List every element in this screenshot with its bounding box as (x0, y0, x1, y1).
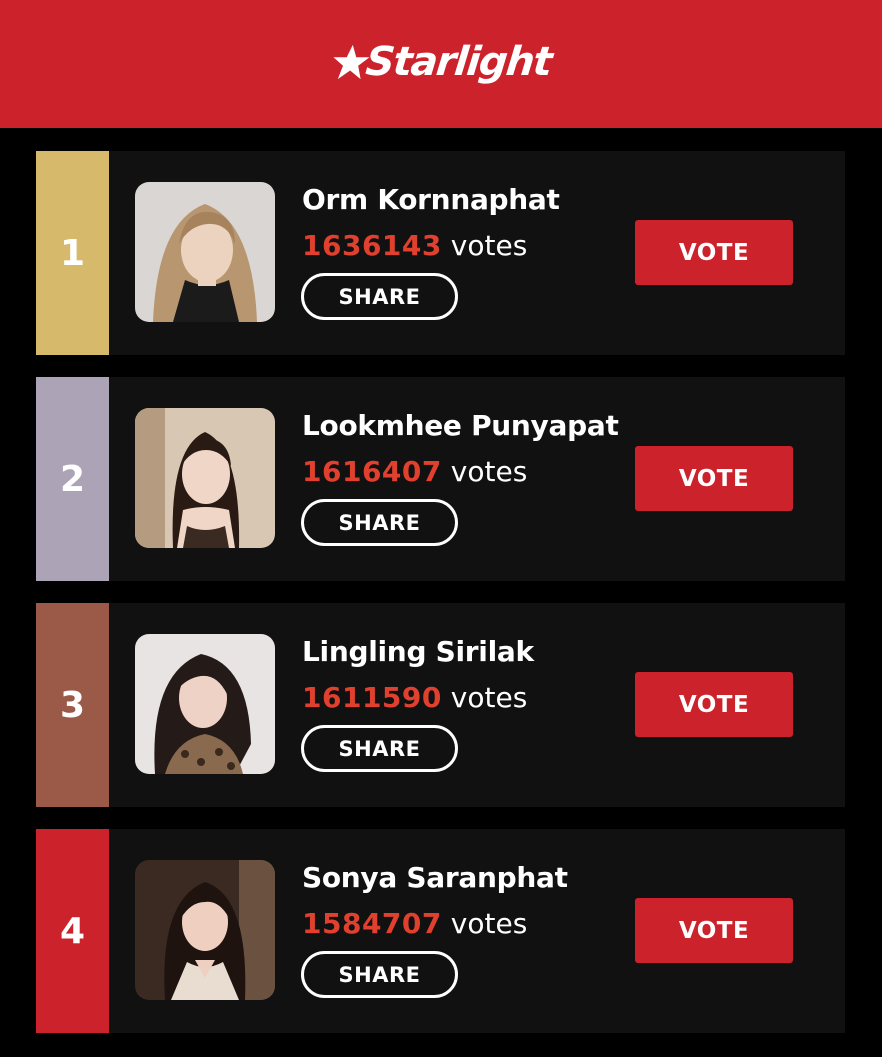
vote-tally: 1611590 votes (302, 681, 527, 714)
leaderboard-card: 4 Sonya Saranphat 1584707 votes SHARE VO… (36, 829, 845, 1033)
vote-count: 1584707 (302, 907, 442, 940)
contestant-name: Lingling Sirilak (302, 635, 534, 668)
leaderboard-card: 1 Orm Kornnaphat 1636143 votes SHARE VOT… (36, 151, 845, 355)
vote-button[interactable]: VOTE (635, 220, 793, 285)
contestant-name: Orm Kornnaphat (302, 183, 560, 216)
starlight-logo[interactable]: Starlight (329, 39, 553, 85)
vote-tally: 1584707 votes (302, 907, 527, 940)
leaderboard-card: 2 Lookmhee Punyapat 1616407 votes SHARE … (36, 377, 845, 581)
rank-badge: 2 (36, 377, 109, 581)
vote-tally: 1616407 votes (302, 455, 527, 488)
logo-text: Starlight (363, 39, 553, 85)
share-button[interactable]: SHARE (301, 499, 458, 546)
leaderboard-card: 3 Lingling Sirilak 1611590 votes SHARE V… (36, 603, 845, 807)
contestant-name: Lookmhee Punyapat (302, 409, 619, 442)
vote-button[interactable]: VOTE (635, 898, 793, 963)
share-button[interactable]: SHARE (301, 951, 458, 998)
header-bar: Starlight (0, 0, 882, 128)
votes-label: votes (450, 681, 528, 714)
avatar (135, 408, 275, 548)
rank-badge: 3 (36, 603, 109, 807)
votes-label: votes (450, 229, 528, 262)
vote-count: 1611590 (302, 681, 442, 714)
share-button[interactable]: SHARE (301, 725, 458, 772)
vote-count: 1616407 (302, 455, 442, 488)
contestant-name: Sonya Saranphat (302, 861, 568, 894)
share-button[interactable]: SHARE (301, 273, 458, 320)
avatar (135, 860, 275, 1000)
leaderboard-list: 1 Orm Kornnaphat 1636143 votes SHARE VOT… (36, 151, 845, 1055)
rank-badge: 4 (36, 829, 109, 1033)
avatar (135, 634, 275, 774)
vote-tally: 1636143 votes (302, 229, 527, 262)
vote-button[interactable]: VOTE (635, 672, 793, 737)
rank-badge: 1 (36, 151, 109, 355)
avatar (135, 182, 275, 322)
vote-button[interactable]: VOTE (635, 446, 793, 511)
votes-label: votes (450, 455, 528, 488)
votes-label: votes (450, 907, 528, 940)
vote-count: 1636143 (302, 229, 442, 262)
